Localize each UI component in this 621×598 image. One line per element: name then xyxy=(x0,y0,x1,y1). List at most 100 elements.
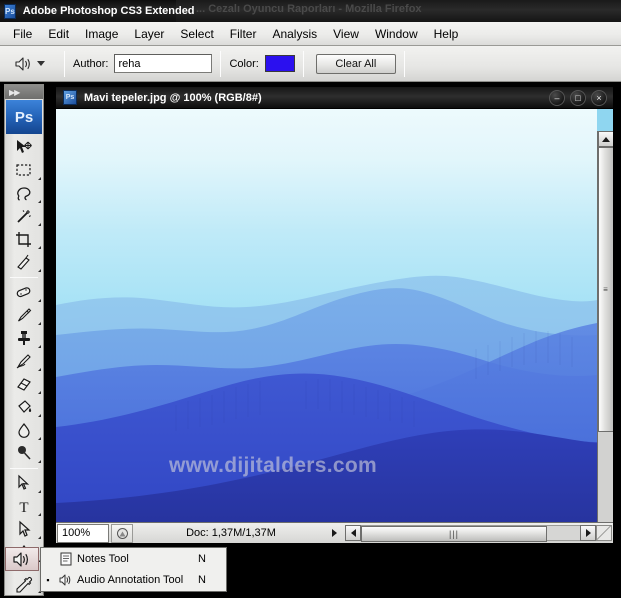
tool-flyout-triangle[interactable] xyxy=(38,414,41,417)
vertical-scrollbar-thumb[interactable]: ≡ xyxy=(598,147,613,432)
flyout-item-shortcut: N xyxy=(198,552,206,565)
options-separator-3 xyxy=(302,50,304,77)
author-label: Author: xyxy=(73,57,109,70)
options-bar: Author: Color: Clear All xyxy=(0,46,621,82)
options-separator-4 xyxy=(403,50,405,77)
tool-flyout-triangle[interactable] xyxy=(38,299,41,302)
tool-pen[interactable] xyxy=(5,472,43,495)
tool-preset-picker[interactable] xyxy=(14,50,56,78)
tool-crop[interactable] xyxy=(5,228,43,251)
right-arrow-icon xyxy=(332,529,337,537)
tool-flyout-triangle[interactable] xyxy=(38,246,41,249)
tool-flyout-triangle[interactable] xyxy=(38,200,41,203)
menu-window[interactable]: Window xyxy=(367,25,426,43)
menu-view[interactable]: View xyxy=(325,25,367,43)
menu-help[interactable]: Help xyxy=(426,25,467,43)
preview-proxy-icon[interactable] xyxy=(111,523,133,543)
color-label: Color: xyxy=(229,57,259,70)
right-arrow-icon xyxy=(585,529,591,537)
tool-healing-brush[interactable] xyxy=(5,281,43,304)
tool-history-brush[interactable] xyxy=(5,350,43,373)
tool-eraser[interactable] xyxy=(5,373,43,396)
tool-flyout-menu: Notes Tool N ▪ Audio Annotation Tool N xyxy=(40,547,227,592)
scrollbar-grip: ||| xyxy=(448,529,459,539)
tool-type[interactable]: T xyxy=(5,495,43,518)
flyout-item-label: Notes Tool xyxy=(77,552,129,565)
tool-flyout-triangle[interactable] xyxy=(38,490,41,493)
document-title: Mavi tepeler.jpg @ 100% (RGB/8#) xyxy=(84,91,262,104)
toolbox-photoshop-logo[interactable]: Ps xyxy=(6,100,42,134)
tool-list: T xyxy=(5,134,43,564)
app-titlebar: Ps Adobe Photoshop CS3 Extended xyxy=(0,0,195,22)
left-arrow-icon xyxy=(350,529,356,537)
tool-flyout-triangle[interactable] xyxy=(38,460,41,463)
tool-flyout-triangle[interactable] xyxy=(38,177,41,180)
horizontal-scrollbar-thumb[interactable]: ||| xyxy=(361,526,547,542)
scroll-right-button[interactable] xyxy=(580,525,596,541)
tool-flyout-triangle[interactable] xyxy=(38,269,41,272)
tool-clone-stamp[interactable] xyxy=(5,327,43,350)
tool-blur[interactable] xyxy=(5,419,43,442)
tool-dodge[interactable] xyxy=(5,442,43,465)
status-expand-button[interactable] xyxy=(327,524,342,543)
menu-filter[interactable]: Filter xyxy=(222,25,265,43)
scroll-up-button[interactable] xyxy=(598,131,613,147)
minimize-button[interactable]: – xyxy=(549,90,565,106)
flyout-item-label: Audio Annotation Tool xyxy=(77,573,184,586)
menu-file[interactable]: File xyxy=(5,25,40,43)
document-size-info: Doc: 1,37M/1,37M xyxy=(186,527,276,539)
menu-image[interactable]: Image xyxy=(77,25,126,43)
tool-flyout-triangle[interactable] xyxy=(38,536,41,539)
author-input[interactable] xyxy=(114,54,213,73)
tool-flyout-triangle[interactable] xyxy=(38,223,41,226)
scroll-left-button[interactable] xyxy=(345,525,361,541)
app-title: Adobe Photoshop CS3 Extended xyxy=(22,5,195,17)
horizontal-scrollbar-track[interactable]: ||| xyxy=(361,525,580,542)
zoom-level-input[interactable]: 100% xyxy=(57,523,109,543)
photoshop-logo-icon: Ps xyxy=(4,3,16,19)
annotation-color-swatch[interactable] xyxy=(264,55,295,72)
tool-flyout-triangle[interactable] xyxy=(38,391,41,394)
window-resize-grip[interactable] xyxy=(596,525,612,541)
flyout-item-audio-annotation-tool[interactable]: ▪ Audio Annotation Tool N xyxy=(41,569,226,590)
tool-paint-bucket[interactable] xyxy=(5,396,43,419)
scrollbar-grip: ≡ xyxy=(603,284,609,294)
canvas-area[interactable]: www.dijitalders.com ≡ xyxy=(56,109,613,522)
tool-move[interactable] xyxy=(5,136,43,159)
eyedropper-icon xyxy=(16,576,33,593)
tool-eyedropper[interactable] xyxy=(5,572,43,596)
chevron-down-icon[interactable] xyxy=(37,61,45,66)
window-controls: – □ × xyxy=(549,90,607,106)
selection-bullet: ▪ xyxy=(46,574,50,585)
toolbox-collapse-handle[interactable]: ▶▶ xyxy=(5,85,43,99)
tool-flyout-triangle[interactable] xyxy=(38,437,41,440)
menu-layer[interactable]: Layer xyxy=(126,25,172,43)
maximize-button[interactable]: □ xyxy=(570,90,586,106)
menu-edit[interactable]: Edit xyxy=(40,25,77,43)
tool-audio-annotation-active[interactable] xyxy=(5,547,39,571)
document-titlebar[interactable]: Ps Mavi tepeler.jpg @ 100% (RGB/8#) – □ … xyxy=(56,87,613,109)
horizontal-scrollbar[interactable]: ||| xyxy=(345,524,612,542)
up-arrow-icon xyxy=(602,136,610,142)
toolbox-divider-2 xyxy=(10,468,38,469)
menu-analysis[interactable]: Analysis xyxy=(264,25,325,43)
tool-flyout-triangle[interactable] xyxy=(38,345,41,348)
tool-brush[interactable] xyxy=(5,304,43,327)
tool-rectangular-marquee[interactable] xyxy=(5,159,43,182)
photoshop-document-icon: Ps xyxy=(63,90,77,105)
close-button[interactable]: × xyxy=(591,90,607,106)
clear-all-button[interactable]: Clear All xyxy=(315,53,396,74)
document-status-bar: 100% Doc: 1,37M/1,37M ||| xyxy=(56,522,613,543)
tool-lasso[interactable] xyxy=(5,182,43,205)
tool-flyout-triangle[interactable] xyxy=(38,368,41,371)
document-image-mavi-tepeler xyxy=(56,109,597,522)
tool-flyout-triangle[interactable] xyxy=(38,322,41,325)
menu-select[interactable]: Select xyxy=(172,25,221,43)
flyout-item-notes-tool[interactable]: Notes Tool N xyxy=(41,548,226,569)
tool-path-selection[interactable] xyxy=(5,518,43,541)
vertical-scrollbar[interactable]: ≡ xyxy=(597,131,613,522)
tool-magic-wand[interactable] xyxy=(5,205,43,228)
tool-slice[interactable] xyxy=(5,251,43,274)
svg-text:T: T xyxy=(19,500,28,516)
tool-flyout-triangle[interactable] xyxy=(38,513,41,516)
